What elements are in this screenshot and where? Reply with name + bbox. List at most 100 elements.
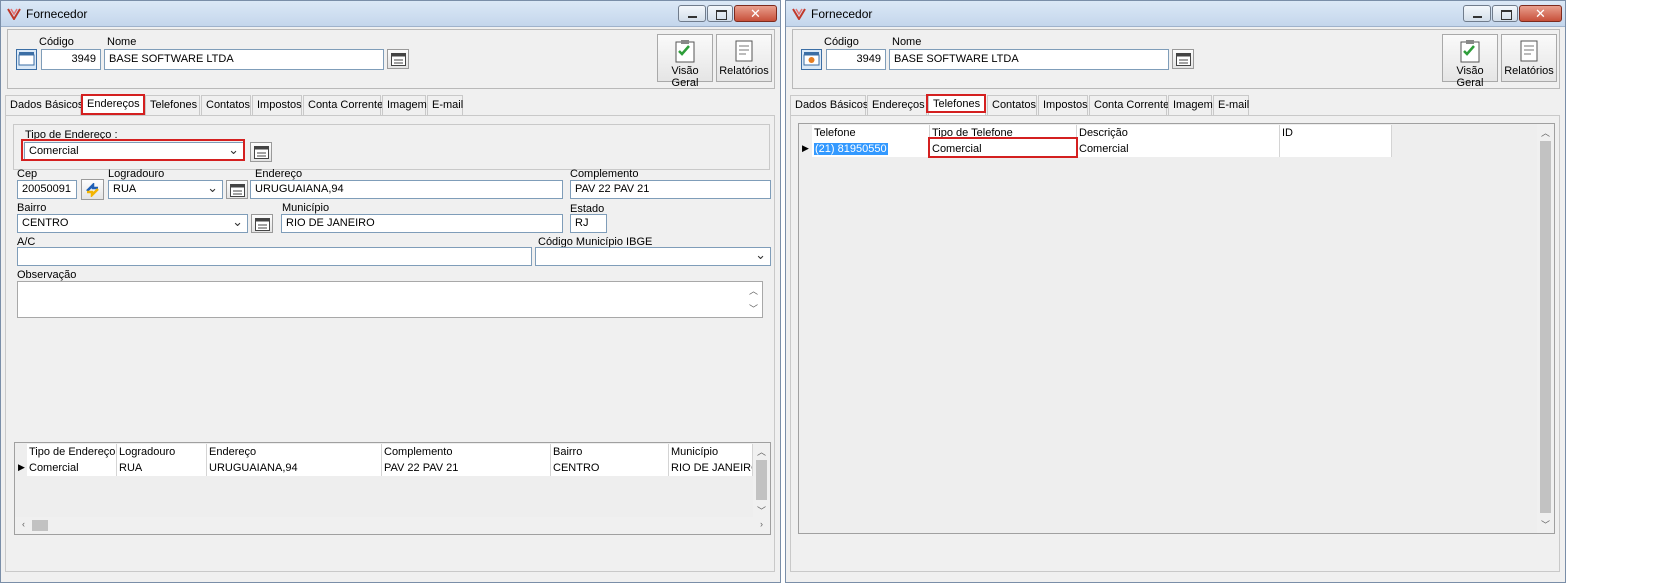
tab-impostos[interactable]: Impostos — [1038, 95, 1088, 115]
minimize-button[interactable] — [678, 5, 706, 22]
scroll-down-icon[interactable]: ﹀ — [1537, 518, 1554, 531]
nome-label: Nome — [107, 36, 137, 48]
ibge-select[interactable] — [535, 247, 771, 266]
scroll-up-icon[interactable]: ︿ — [745, 284, 762, 297]
grid-cell-telefone[interactable]: (21) 81950550 — [812, 141, 930, 157]
grid-cell-tipo-telefone[interactable]: Comercial — [930, 141, 1077, 157]
tipo-endereco-lookup-button[interactable] — [250, 142, 272, 162]
tab-dados-basicos[interactable]: Dados Básicos — [5, 95, 83, 115]
ac-field[interactable] — [17, 247, 532, 266]
bairro-select[interactable]: CENTRO — [17, 214, 248, 233]
grid-cell-id[interactable] — [1280, 141, 1392, 157]
enderecos-grid: Tipo de Endereço Logradouro Endereço Com… — [14, 442, 771, 535]
grid-header-complemento[interactable]: Complemento — [382, 444, 551, 460]
scroll-down-icon[interactable]: ﹀ — [753, 504, 770, 517]
close-button[interactable]: ✕ — [734, 5, 777, 22]
grid-cell-bairro[interactable]: CENTRO — [551, 460, 669, 476]
grid-cell-endereco[interactable]: URUGUAIANA,94 — [207, 460, 382, 476]
app-logo-icon — [7, 8, 21, 20]
correios-button[interactable] — [81, 179, 104, 200]
visao-geral-button[interactable]: Visão Geral — [1442, 34, 1498, 89]
search-nome-button[interactable] — [1172, 49, 1194, 69]
lookup-icon — [255, 218, 270, 231]
tab-conta-corrente[interactable]: Conta Corrente — [303, 95, 383, 115]
cep-field[interactable]: 20050091 — [17, 180, 77, 199]
municipio-field[interactable]: RIO DE JANEIRO — [281, 214, 563, 233]
scroll-up-icon[interactable]: ︿ — [1537, 126, 1554, 139]
tab-imagem[interactable]: Imagem — [1168, 95, 1213, 115]
tab-email[interactable]: E-mail — [1213, 95, 1249, 115]
scroll-down-icon[interactable]: ﹀ — [745, 302, 762, 315]
maximize-button[interactable] — [1492, 5, 1518, 22]
scroll-thumb[interactable] — [1540, 141, 1551, 513]
codigo-field[interactable]: 3949 — [41, 49, 101, 70]
grid-cell-descricao[interactable]: Comercial — [1077, 141, 1280, 157]
estado-field[interactable]: RJ — [570, 214, 607, 233]
scroll-up-icon[interactable]: ︿ — [753, 445, 770, 458]
search-nome-button[interactable] — [387, 49, 409, 69]
maximize-icon — [708, 6, 732, 21]
minimize-button[interactable] — [1463, 5, 1491, 22]
tab-imagem[interactable]: Imagem — [382, 95, 427, 115]
relatorios-label: Relatórios — [719, 65, 769, 77]
grid-cell-logradouro[interactable]: RUA — [117, 460, 207, 476]
grid-header-endereco[interactable]: Endereço — [207, 444, 382, 460]
grid-header-tipo-endereco[interactable]: Tipo de Endereço — [27, 444, 117, 460]
tab-enderecos[interactable]: Endereços — [867, 95, 927, 115]
nome-field[interactable]: BASE SOFTWARE LTDA — [889, 49, 1169, 70]
title-bar[interactable]: Fornecedor ✕ — [1, 1, 780, 27]
logradouro-select[interactable]: RUA — [108, 180, 223, 199]
grid-cell-complemento[interactable]: PAV 22 PAV 21 — [382, 460, 551, 476]
scroll-thumb[interactable] — [756, 460, 767, 500]
header-panel: Código 3949 Nome BASE SOFTWARE LTDA Visã… — [792, 29, 1560, 89]
visao-geral-label: Visão Geral — [671, 65, 699, 89]
scroll-thumb[interactable] — [32, 520, 48, 531]
grid-vertical-scrollbar[interactable]: ︿ ﹀ — [1537, 124, 1554, 533]
tab-email[interactable]: E-mail — [427, 95, 463, 115]
grid-header-descricao[interactable]: Descrição — [1077, 125, 1280, 141]
relatorios-button[interactable]: Relatórios — [1501, 34, 1557, 82]
grid-header-tipo-telefone[interactable]: Tipo de Telefone — [930, 125, 1077, 141]
endereco-field[interactable]: URUGUAIANA,94 — [250, 180, 563, 199]
tipo-endereco-label: Tipo de Endereço : — [25, 129, 118, 141]
tab-strip: Dados Básicos Endereços Telefones Contat… — [5, 94, 775, 116]
tab-impostos[interactable]: Impostos — [252, 95, 302, 115]
maximize-button[interactable] — [707, 5, 733, 22]
close-button[interactable]: ✕ — [1519, 5, 1562, 22]
tab-enderecos[interactable]: Endereços — [82, 94, 144, 116]
grid-vertical-scrollbar[interactable]: ︿ ﹀ — [753, 443, 770, 517]
visao-geral-label: Visão Geral — [1456, 65, 1484, 89]
observacao-textarea[interactable]: ︿ ﹀ — [17, 281, 763, 318]
tab-dados-basicos[interactable]: Dados Básicos — [790, 95, 868, 115]
tipo-endereco-select[interactable]: Comercial — [24, 142, 244, 160]
tab-telefones[interactable]: Telefones — [145, 95, 200, 115]
codigo-field[interactable]: 3949 — [826, 49, 886, 70]
tab-contatos[interactable]: Contatos — [987, 95, 1037, 115]
bairro-lookup-button[interactable] — [251, 214, 273, 233]
grid-cell-municipio[interactable]: RIO DE JANEIRO — [669, 460, 753, 476]
title-bar[interactable]: Fornecedor ✕ — [786, 1, 1565, 27]
fornecedor-window-left: Fornecedor ✕ Código 3949 Nome BASE SOFTW… — [0, 0, 781, 583]
municipio-label: Município — [282, 202, 330, 214]
grid-cell-tipo-endereco[interactable]: Comercial — [27, 460, 117, 476]
scroll-left-icon[interactable]: ‹ — [15, 519, 32, 529]
grid-header-municipio[interactable]: Município — [669, 444, 753, 460]
grid-header-telefone[interactable]: Telefone — [812, 125, 930, 141]
logradouro-lookup-button[interactable] — [226, 180, 248, 199]
tab-telefones[interactable]: Telefones — [928, 94, 986, 116]
scroll-right-icon[interactable]: › — [753, 519, 770, 529]
window-title: Fornecedor — [26, 7, 88, 21]
visao-geral-button[interactable]: Visão Geral — [657, 34, 713, 89]
observacao-scrollbar[interactable]: ︿ ﹀ — [745, 282, 762, 317]
tab-conta-corrente[interactable]: Conta Corrente — [1089, 95, 1169, 115]
grid-header-logradouro[interactable]: Logradouro — [117, 444, 207, 460]
nome-field[interactable]: BASE SOFTWARE LTDA — [104, 49, 384, 70]
lookup-icon — [230, 184, 245, 197]
complemento-field[interactable]: PAV 22 PAV 21 — [570, 180, 771, 199]
grid-header-bairro[interactable]: Bairro — [551, 444, 669, 460]
relatorios-button[interactable]: Relatórios — [716, 34, 772, 82]
grid-horizontal-scrollbar[interactable]: ‹ › — [15, 517, 770, 534]
tab-contatos[interactable]: Contatos — [201, 95, 251, 115]
minimize-icon — [1464, 6, 1490, 21]
grid-header-id[interactable]: ID — [1280, 125, 1392, 141]
